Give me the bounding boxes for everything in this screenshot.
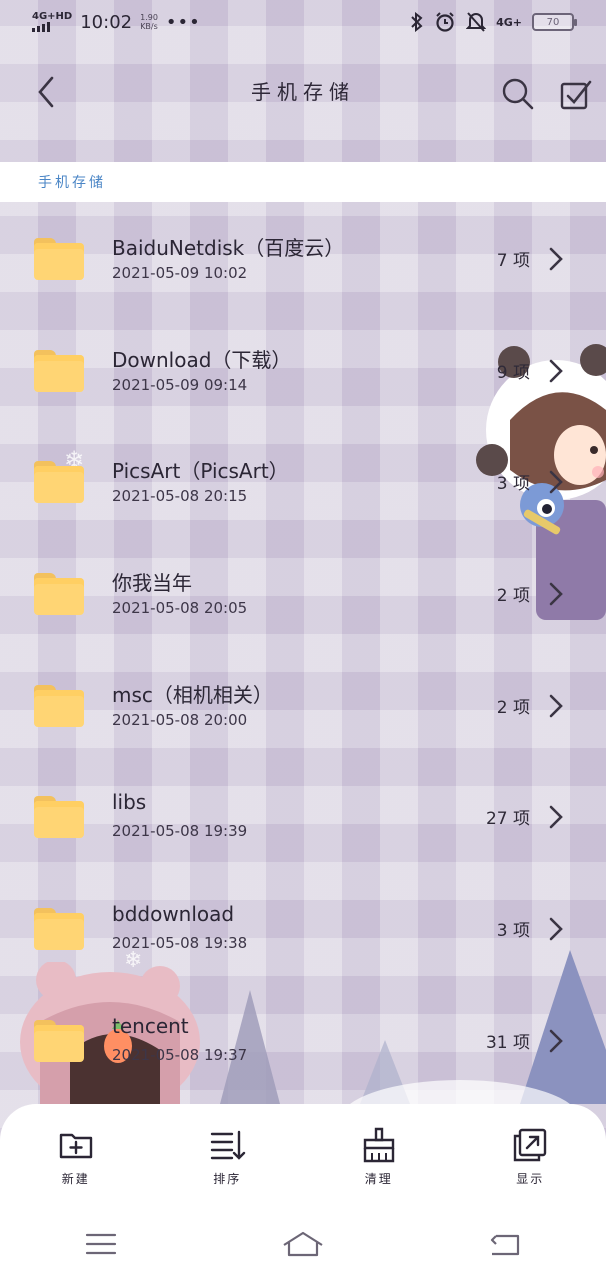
folder-item-count: 3 项	[496, 474, 530, 495]
folder-icon	[34, 684, 84, 727]
folder-modified-date: 2021-05-09 10:02	[112, 264, 248, 282]
folder-modified-date: 2021-05-08 19:38	[112, 934, 248, 953]
status-time: 10:02	[80, 11, 133, 33]
chevron-right-icon	[549, 582, 563, 606]
home-button[interactable]	[202, 1224, 404, 1264]
battery-level: 70	[546, 16, 560, 28]
display-icon	[514, 1128, 547, 1162]
menu-icon	[85, 1233, 117, 1255]
folder-icon	[34, 349, 84, 392]
network-speed: 1.90 KB/s	[140, 13, 158, 31]
chevron-right-icon	[549, 247, 563, 271]
folder-row[interactable]: msc（相机相关） 2021-05-08 20:00 2 项	[0, 649, 606, 761]
new-folder-label: 新建	[61, 1172, 90, 1186]
folder-row[interactable]: bddownload 2021-05-08 19:38 3 项	[0, 872, 606, 984]
folder-modified-date: 2021-05-08 20:05	[112, 599, 248, 618]
folder-name: tencent	[112, 1013, 189, 1038]
network-type: 4G+HD	[32, 11, 73, 22]
battery-icon: 70	[532, 13, 577, 31]
system-navigation-bar	[0, 1224, 606, 1264]
display-label: 显示	[516, 1172, 545, 1186]
folder-icon	[34, 1019, 84, 1062]
folder-item-count: 7 项	[496, 251, 530, 271]
more-notifications-icon: •••	[165, 11, 201, 33]
folder-modified-date: 2021-05-09 09:14	[112, 375, 248, 394]
checkbox-icon	[560, 80, 592, 110]
folder-name: BaiduNetdisk（百度云）	[112, 236, 345, 260]
search-icon	[502, 78, 534, 110]
folder-name: PicsArt（PicsArt）	[112, 459, 289, 484]
display-button[interactable]: 显示	[455, 1126, 606, 1187]
folder-row[interactable]: tencent 2021-05-08 19:37 31 项	[0, 984, 606, 1096]
chevron-left-icon	[38, 76, 54, 108]
signal-icon	[32, 22, 50, 32]
new-folder-button[interactable]: 新建	[0, 1126, 152, 1187]
sort-icon	[211, 1130, 246, 1160]
speed-value: 1.90	[140, 13, 158, 22]
recent-apps-button[interactable]	[0, 1224, 202, 1264]
chevron-right-icon	[549, 1029, 563, 1053]
folder-row[interactable]: libs 2021-05-08 19:39 27 项	[0, 760, 606, 872]
breadcrumb[interactable]: 手机存储	[0, 162, 606, 202]
folder-name: Download（下载）	[112, 347, 292, 372]
chevron-right-icon	[549, 359, 563, 382]
folder-item-count: 27 项	[485, 809, 530, 830]
folder-icon	[34, 573, 84, 616]
back-button[interactable]	[26, 72, 66, 112]
folder-icon	[34, 796, 84, 839]
speed-unit: KB/s	[140, 22, 158, 31]
bottom-action-panel: 新建 排序 清理 显示	[0, 1104, 606, 1280]
chevron-right-icon	[549, 471, 563, 494]
folder-item-count: 2 项	[496, 586, 530, 607]
folder-row[interactable]: Download（下载） 2021-05-09 09:14 9 项	[0, 314, 606, 426]
folder-name: 你我当年	[112, 571, 192, 596]
broom-icon	[363, 1127, 394, 1163]
folder-modified-date: 2021-05-08 20:15	[112, 487, 248, 506]
breadcrumb-root[interactable]: 手机存储	[38, 172, 106, 192]
alarm-icon	[436, 12, 454, 32]
folder-name: libs	[112, 790, 147, 815]
network-right: 4G+	[496, 15, 522, 29]
folder-item-count: 9 项	[496, 362, 530, 383]
folder-icon	[34, 461, 84, 504]
back-icon	[490, 1234, 520, 1256]
folder-row[interactable]: BaiduNetdisk（百度云） 2021-05-09 10:02 7 项	[0, 202, 606, 314]
network-indicator: 4G+HD	[32, 12, 72, 32]
folder-item-count: 3 项	[496, 921, 530, 942]
clean-button[interactable]: 清理	[303, 1126, 455, 1187]
chevron-right-icon	[549, 694, 563, 718]
chevron-right-icon	[549, 806, 563, 829]
folder-modified-date: 2021-05-08 20:00	[112, 710, 248, 729]
sort-button[interactable]: 排序	[152, 1126, 304, 1187]
clean-label: 清理	[364, 1172, 393, 1186]
folder-row[interactable]: PicsArt（PicsArt） 2021-05-08 20:15 3 项	[0, 425, 606, 537]
status-bar: 4G+HD 10:02 1.90 KB/s ••• 4G+ 70	[0, 0, 606, 44]
multi-select-button[interactable]	[554, 72, 598, 116]
folder-icon	[34, 238, 84, 280]
bluetooth-icon	[411, 12, 423, 32]
mute-icon	[466, 12, 487, 32]
title-bar: 手机存储	[0, 60, 606, 124]
search-button[interactable]	[496, 72, 540, 116]
chevron-right-icon	[549, 917, 563, 941]
folder-name: msc（相机相关）	[112, 682, 273, 707]
file-list: BaiduNetdisk（百度云） 2021-05-09 10:02 7 项 Down…	[0, 202, 606, 1096]
folder-item-count: 31 项	[485, 1032, 530, 1053]
sort-label: 排序	[213, 1172, 242, 1186]
home-icon	[283, 1231, 323, 1257]
folder-item-count: 2 项	[496, 697, 530, 718]
folder-icon	[34, 908, 84, 951]
folder-modified-date: 2021-05-08 19:39	[112, 822, 248, 841]
folder-modified-date: 2021-05-08 19:37	[112, 1045, 248, 1064]
new-folder-icon	[59, 1133, 92, 1159]
folder-row[interactable]: 你我当年 2021-05-08 20:05 2 项	[0, 537, 606, 649]
folder-name: bddownload	[112, 902, 235, 927]
system-back-button[interactable]	[404, 1224, 606, 1264]
